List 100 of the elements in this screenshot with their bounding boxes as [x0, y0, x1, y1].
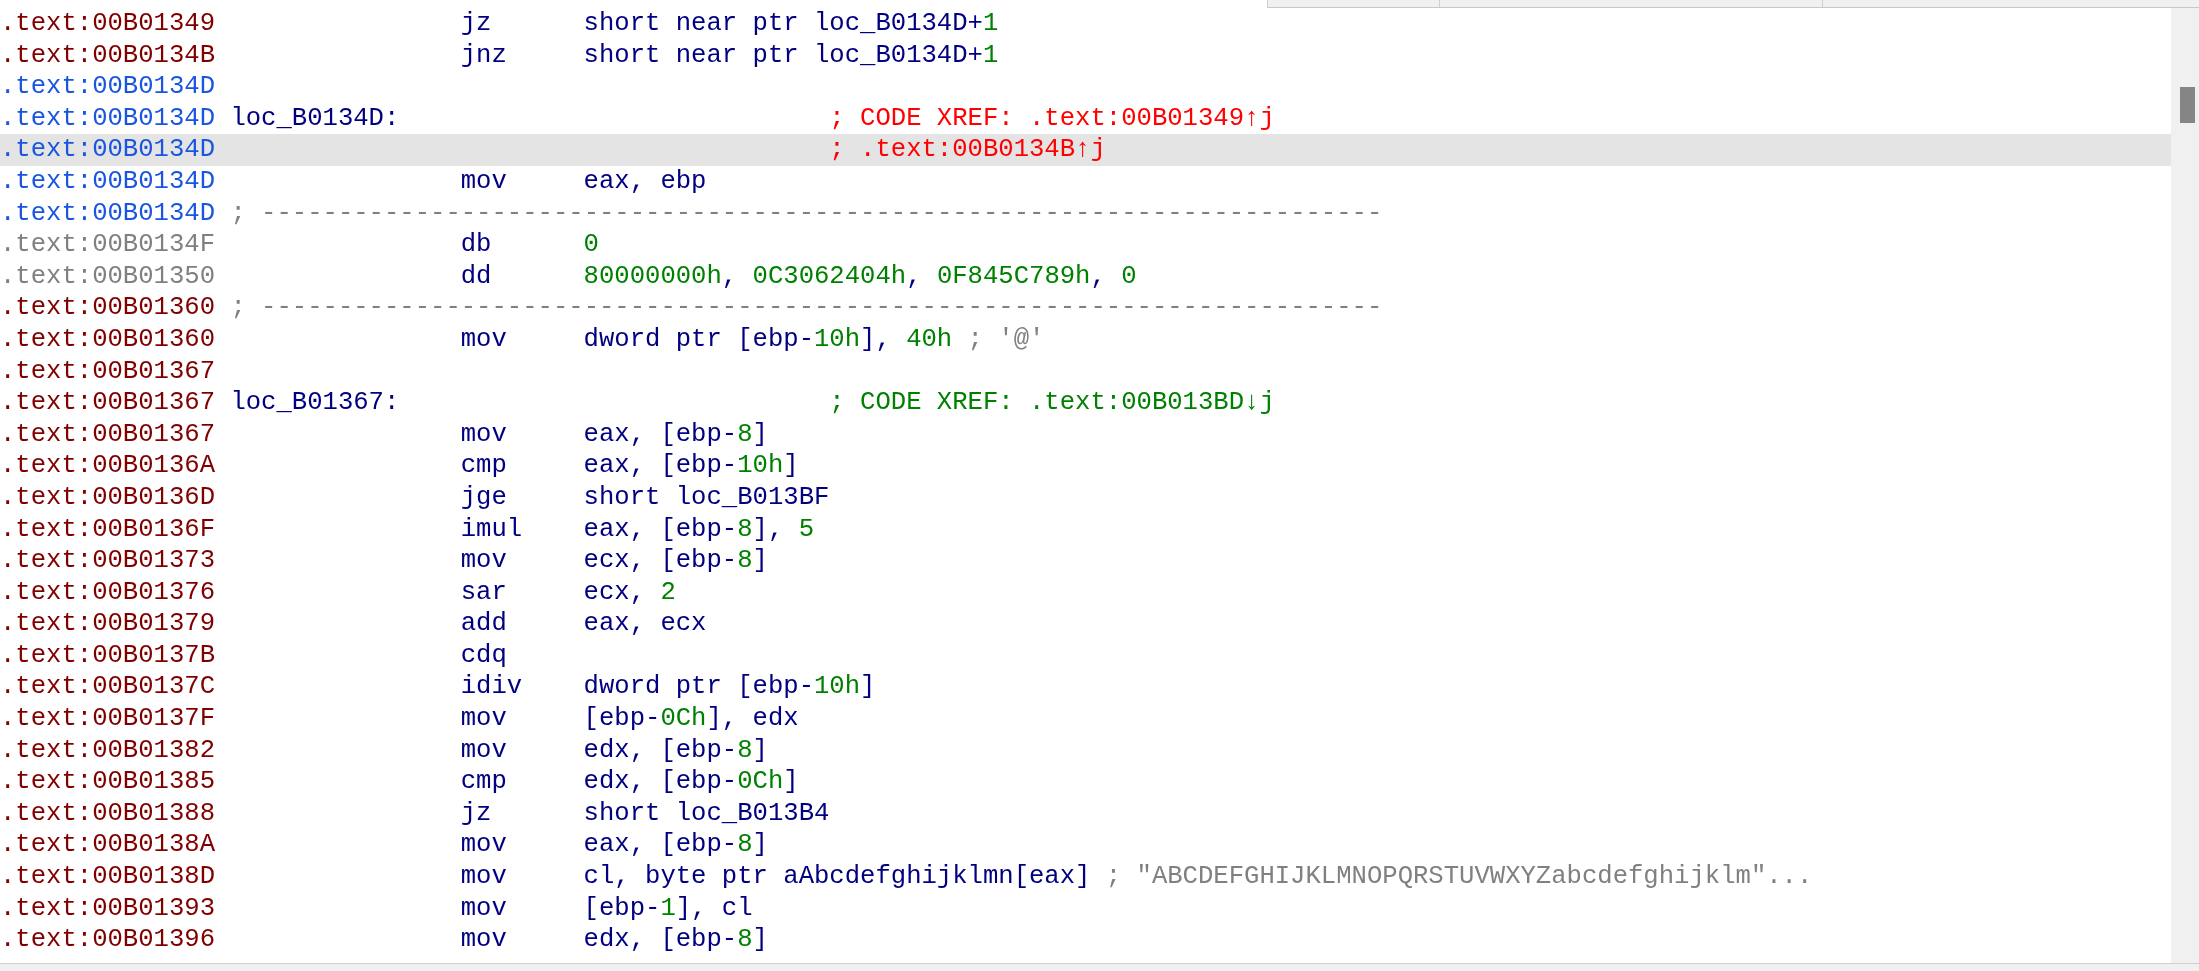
address: .text:00B0136A [0, 450, 217, 482]
mnemonic: mov [460, 892, 508, 925]
operand-text: 0 [583, 229, 600, 261]
operand-text: dword ptr [ebp-10h], 40h ; '@' [583, 323, 1045, 356]
code-label: loc_B0134D: [230, 102, 401, 135]
listing-line[interactable]: .text:00B0134D ; ------------------------------------------------------------------------- [0, 197, 2171, 230]
listing-line[interactable]: .text:00B01367 [0, 355, 2171, 388]
listing-line[interactable]: .text:00B0134D [0, 71, 2171, 103]
address: .text:00B01367 [0, 418, 217, 451]
address: .text:00B01379 [0, 608, 217, 640]
listing-line[interactable]: .text:00B0136F imul eax, [ebp-8], 5 [0, 513, 2171, 546]
mnemonic: dd [460, 260, 493, 293]
operand-text: short near ptr loc_B0134D+1 [583, 39, 999, 72]
listing-line[interactable]: .text:00B0136A cmp eax, [ebp-10h] [0, 450, 2171, 482]
listing-line[interactable]: .text:00B0134D mov eax, ebp [0, 165, 2171, 198]
address: .text:00B0134D [0, 197, 217, 230]
listing-line[interactable]: .text:00B01360 mov dword ptr [ebp-10h], 40h ; '@' [0, 323, 2171, 356]
address: .text:00B0134B [0, 39, 217, 72]
address: .text:00B01350 [0, 260, 217, 293]
listing-line[interactable]: .text:00B01379 add eax, ecx [0, 608, 2171, 640]
xref-comment: ; CODE XREF: .text:00B013BD↓j [829, 387, 1275, 419]
mnemonic: cmp [460, 766, 508, 798]
operand-text: eax, ebp [583, 165, 708, 198]
address: .text:00B0136F [0, 513, 217, 546]
address: .text:00B0137F [0, 703, 217, 735]
mnemonic: mov [460, 418, 508, 451]
mnemonic: mov [460, 734, 508, 767]
mnemonic: mov [460, 924, 508, 956]
address: .text:00B0137B [0, 639, 217, 672]
xref-comment: ; .text:00B0134B↑j [829, 134, 1106, 166]
operand-text: dword ptr [ebp-10h] [583, 671, 876, 704]
operand-text: edx, [ebp-8] [583, 924, 769, 956]
operand-text: short loc_B013BF [583, 481, 830, 514]
listing-line[interactable]: .text:00B0137F mov [ebp-0Ch], edx [0, 703, 2171, 735]
separator-comment: ; ------------------------------------------------------------------------- [230, 292, 1383, 324]
operand-text: short near ptr loc_B0134D+1 [583, 8, 999, 40]
separator-comment: ; ------------------------------------------------------------------------- [230, 197, 1383, 230]
operand-text: short loc_B013B4 [583, 797, 830, 830]
mnemonic: cmp [460, 450, 508, 482]
address: .text:00B01382 [0, 734, 217, 767]
address: .text:00B01388 [0, 797, 217, 830]
listing-line[interactable]: .text:00B01382 mov edx, [ebp-8] [0, 734, 2171, 767]
address: .text:00B01385 [0, 766, 217, 798]
listing-line[interactable]: .text:00B01376 sar ecx, 2 [0, 576, 2171, 609]
mnemonic: mov [460, 829, 508, 862]
mnemonic: jz [460, 797, 493, 830]
address: .text:00B0134D [0, 134, 217, 166]
operand-text: eax, [ebp-8], 5 [583, 513, 815, 546]
operand-text: ecx, 2 [583, 576, 677, 609]
listing-line[interactable]: .text:00B01373 mov ecx, [ebp-8] [0, 545, 2171, 577]
mnemonic: mov [460, 165, 508, 198]
operand-text: eax, ecx [583, 608, 708, 640]
address: .text:00B01360 [0, 323, 217, 356]
mnemonic: add [460, 608, 508, 640]
listing-line[interactable]: .text:00B01385 cmp edx, [ebp-0Ch] [0, 766, 2171, 798]
operand-text: eax, [ebp-8] [583, 829, 769, 862]
listing-line[interactable]: .text:00B0134B jnz short near ptr loc_B0134D+1 [0, 39, 2171, 72]
mnemonic: mov [460, 861, 508, 893]
address: .text:00B01367 [0, 355, 217, 388]
mnemonic: imul [460, 513, 524, 546]
mnemonic: jz [460, 8, 493, 40]
operand-text: [ebp-0Ch], edx [583, 703, 800, 735]
listing-line[interactable]: .text:00B01367 loc_B01367: ; CODE XREF: .text:00B013BD↓j [0, 387, 2171, 419]
listing-line[interactable]: .text:00B0134F db 0 [0, 229, 2171, 261]
listing-line[interactable]: .text:00B0137B cdq [0, 639, 2171, 672]
address: .text:00B01376 [0, 576, 217, 609]
mnemonic: idiv [460, 671, 524, 704]
operand-text: [ebp-1], cl [583, 892, 754, 925]
scrollbar-thumb[interactable] [2180, 87, 2195, 123]
listing-line[interactable]: .text:00B0138A mov eax, [ebp-8] [0, 829, 2171, 862]
mnemonic: cdq [460, 639, 508, 672]
address: .text:00B0136D [0, 481, 217, 514]
operand-text: eax, [ebp-10h] [583, 450, 800, 482]
listing-line[interactable]: .text:00B0137C idiv dword ptr [ebp-10h] [0, 671, 2171, 704]
address: .text:00B01367 [0, 387, 217, 419]
mnemonic: mov [460, 703, 508, 735]
listing-line[interactable]: .text:00B0138D mov cl, byte ptr aAbcdefghijklmn[eax] ; "ABCDEFGHIJKLMNOPQRSTUVWXYZabcdefghijklm"... [0, 861, 2171, 893]
code-label: loc_B01367: [230, 387, 401, 419]
mnemonic: mov [460, 545, 508, 577]
listing-line[interactable]: .text:00B01350 dd 80000000h, 0C3062404h, 0F845C789h, 0 [0, 260, 2171, 293]
listing-line[interactable]: .text:00B01360 ; ------------------------------------------------------------------------- [0, 292, 2171, 324]
listing-line[interactable]: .text:00B01349 jz short near ptr loc_B0134D+1 [0, 8, 2171, 40]
address: .text:00B01393 [0, 892, 217, 925]
mnemonic: jge [460, 481, 508, 514]
listing-line[interactable]: .text:00B01396 mov edx, [ebp-8] [0, 924, 2171, 956]
address: .text:00B0138A [0, 829, 217, 862]
listing-line[interactable]: .text:00B01393 mov [ebp-1], cl [0, 892, 2171, 925]
listing-line[interactable]: .text:00B01388 jz short loc_B013B4 [0, 797, 2171, 830]
listing-line[interactable]: .text:00B01367 mov eax, [ebp-8] [0, 418, 2171, 451]
mnemonic: mov [460, 323, 508, 356]
listing-line[interactable]: .text:00B0134D loc_B0134D: ; CODE XREF: .text:00B01349↑j [0, 102, 2171, 135]
mnemonic: jnz [460, 39, 508, 72]
scrollbar[interactable] [2171, 8, 2199, 963]
address: .text:00B01349 [0, 8, 217, 40]
address: .text:00B0134D [0, 165, 217, 198]
address: .text:00B0134D [0, 102, 217, 135]
xref-comment: ; CODE XREF: .text:00B01349↑j [829, 102, 1275, 135]
address: .text:00B01360 [0, 292, 217, 324]
operand-text: edx, [ebp-8] [583, 734, 769, 767]
listing-line[interactable]: .text:00B0136D jge short loc_B013BF [0, 481, 2171, 514]
